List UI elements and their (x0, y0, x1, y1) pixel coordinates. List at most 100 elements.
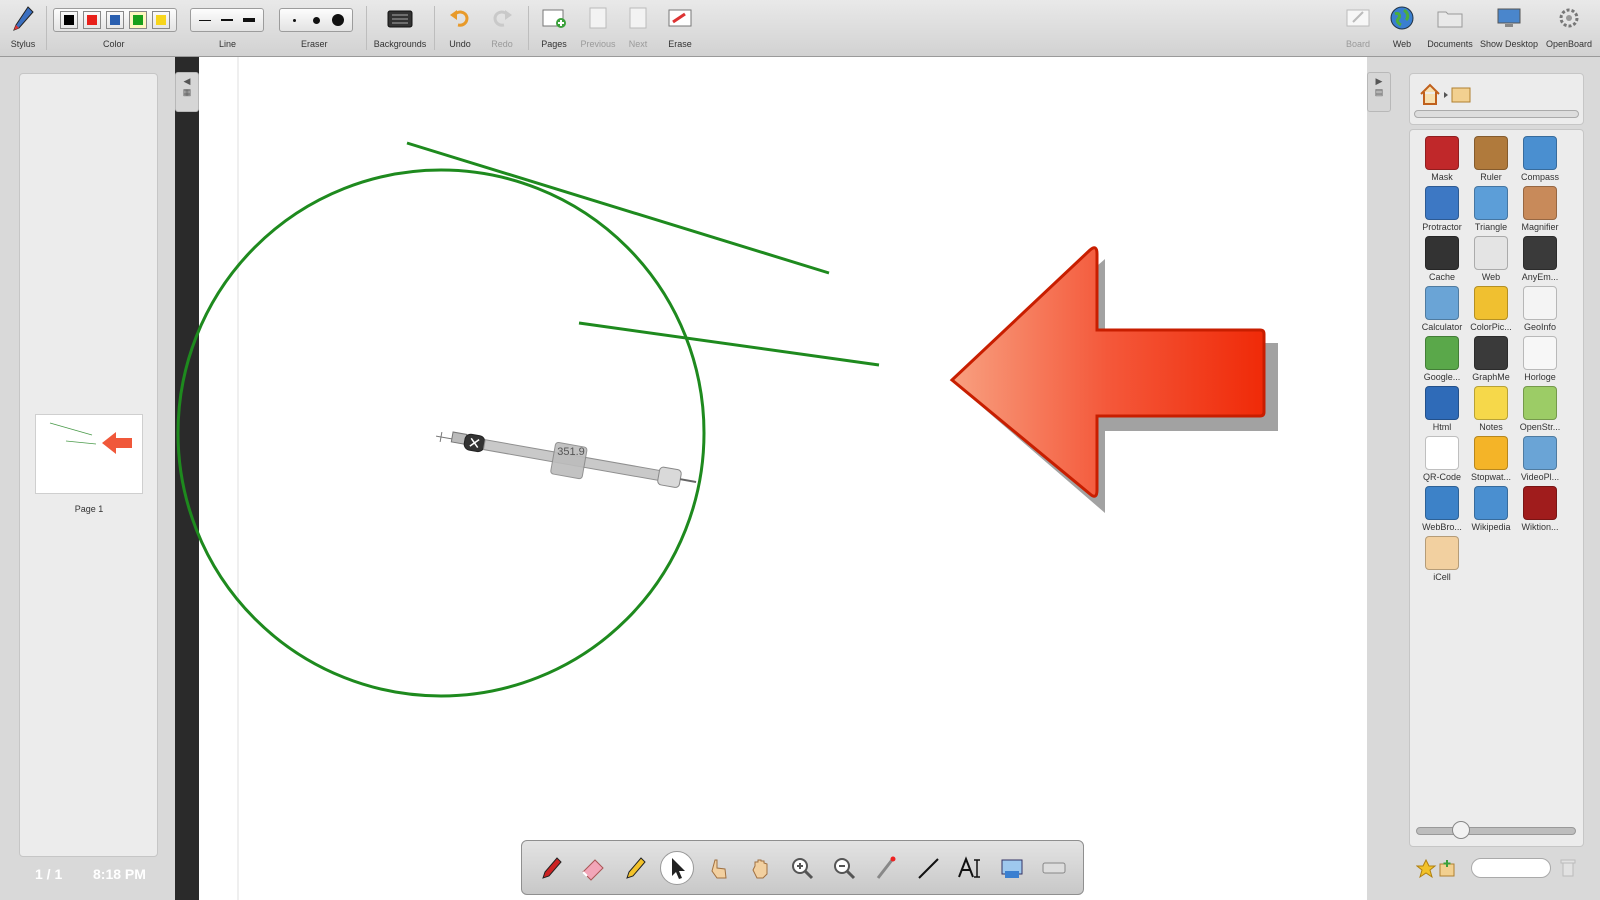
library-item-label: Horloge (1524, 372, 1556, 382)
library-item[interactable]: Google... (1417, 336, 1467, 382)
library-item-icon (1425, 336, 1459, 370)
library-item-label: Wikipedia (1471, 522, 1511, 532)
pen-tool[interactable] (534, 851, 568, 885)
eraser-tool[interactable] (576, 851, 610, 885)
library-item-icon (1523, 136, 1557, 170)
library-item[interactable]: GeoInfo (1515, 286, 1565, 332)
highlighter-icon (626, 856, 646, 879)
library-item-icon (1523, 386, 1557, 420)
library-item-icon (1523, 436, 1557, 470)
library-item[interactable]: iCell (1417, 536, 1467, 582)
library-item-label: QR-Code (1422, 472, 1461, 482)
library-item[interactable]: Web (1466, 236, 1516, 282)
trash-icon[interactable] (1560, 858, 1576, 878)
library-item[interactable]: Wikipedia (1466, 486, 1516, 532)
laser-pointer-tool[interactable] (869, 851, 903, 885)
library-nav-scrollbar[interactable] (1414, 110, 1579, 118)
capture-tool[interactable] (995, 851, 1029, 885)
favorite-star-icon (1416, 858, 1437, 879)
line-icon (918, 857, 939, 879)
library-item[interactable]: Html (1417, 386, 1467, 432)
library-item[interactable]: Wiktion... (1515, 486, 1565, 532)
library-item-label: AnyEm... (1521, 272, 1559, 282)
collapse-right-panel-button[interactable]: ▶ ▤ (1367, 72, 1391, 112)
library-item-icon (1474, 186, 1508, 220)
library-item-label: VideoPl... (1520, 472, 1560, 482)
library-item-icon (1523, 186, 1557, 220)
library-item-label: ColorPic... (1470, 322, 1512, 332)
selector-tool[interactable] (659, 850, 694, 885)
library-item[interactable]: Compass (1515, 136, 1565, 182)
library-zoom-slider[interactable] (1416, 827, 1576, 835)
compass-tool[interactable] (433, 421, 699, 498)
library-item[interactable]: Calculator (1417, 286, 1467, 332)
laser-pointer-icon (877, 856, 896, 879)
zoom-in-icon (792, 857, 814, 879)
cursor-arrow-icon (671, 857, 685, 879)
drawn-line-top[interactable] (406, 141, 830, 275)
zoom-out-icon (834, 857, 856, 879)
library-search-input[interactable] (1471, 858, 1551, 878)
compass-reading: 351.9 (557, 446, 585, 458)
library-item[interactable]: Protractor (1417, 186, 1467, 232)
line-tool[interactable] (911, 851, 945, 885)
zoom-in-tool[interactable] (785, 851, 819, 885)
library-zoom-handle[interactable] (1452, 821, 1470, 839)
library-item-label: Wiktion... (1521, 522, 1559, 532)
library-item[interactable]: Horloge (1515, 336, 1565, 382)
drawn-line-middle[interactable] (578, 321, 880, 367)
library-item[interactable]: VideoPl... (1515, 436, 1565, 482)
library-item[interactable]: Mask (1417, 136, 1467, 182)
highlighter-tool[interactable] (618, 851, 652, 885)
library-item[interactable]: Triangle (1466, 186, 1516, 232)
library-item[interactable]: AnyEm... (1515, 236, 1565, 282)
library-item-icon (1474, 336, 1508, 370)
library-item[interactable]: GraphMe (1466, 336, 1516, 382)
eraser-icon (582, 858, 604, 881)
library-item[interactable]: Cache (1417, 236, 1467, 282)
library-item-icon (1425, 186, 1459, 220)
keyboard-icon (1042, 862, 1066, 873)
library-item[interactable]: OpenStr... (1515, 386, 1565, 432)
text-icon (958, 855, 981, 878)
library-item[interactable]: Notes (1466, 386, 1516, 432)
compass-pencil-handle[interactable] (657, 466, 682, 489)
virtual-keyboard-tool[interactable] (1037, 851, 1071, 885)
library-item-icon (1523, 336, 1557, 370)
library-item[interactable]: ColorPic... (1466, 286, 1516, 332)
pointing-hand-icon (711, 859, 727, 878)
chevron-right-icon (1444, 92, 1448, 98)
board-drawing: 351.9 (176, 141, 1278, 698)
library-breadcrumb (1420, 83, 1471, 105)
text-tool[interactable] (953, 851, 987, 885)
library-item-label: Calculator (1421, 322, 1463, 332)
library-navigation (1409, 73, 1584, 125)
library-item-label: Mask (1431, 172, 1453, 182)
library-item-icon (1474, 286, 1508, 320)
chevron-right-icon: ▶ (1375, 76, 1383, 86)
library-item[interactable]: QR-Code (1417, 436, 1467, 482)
library-item-icon (1425, 536, 1459, 570)
library-item[interactable]: WebBro... (1417, 486, 1467, 532)
folder-icon (1451, 87, 1471, 103)
library-item-icon (1425, 236, 1459, 270)
arrow-shape[interactable] (949, 246, 1278, 513)
hand-tool[interactable] (744, 851, 778, 885)
library-item-icon (1523, 486, 1557, 520)
zoom-out-tool[interactable] (827, 851, 861, 885)
library-item-label: WebBro... (1422, 522, 1462, 532)
library-item-label: Compass (1520, 172, 1559, 182)
drawn-circle[interactable] (176, 168, 706, 698)
library-item-icon (1523, 286, 1557, 320)
library-item-label: Magnifier (1521, 222, 1559, 232)
library-item-icon (1474, 436, 1508, 470)
library-item-icon (1425, 286, 1459, 320)
library-item[interactable]: Stopwat... (1466, 436, 1516, 482)
library-item-label: Notes (1479, 422, 1503, 432)
library-item[interactable]: Ruler (1466, 136, 1516, 182)
library-item-label: GeoInfo (1523, 322, 1557, 332)
library-item-icon (1425, 486, 1459, 520)
interact-tool[interactable] (702, 851, 736, 885)
library-item-label: Stopwat... (1470, 472, 1512, 482)
library-item[interactable]: Magnifier (1515, 186, 1565, 232)
